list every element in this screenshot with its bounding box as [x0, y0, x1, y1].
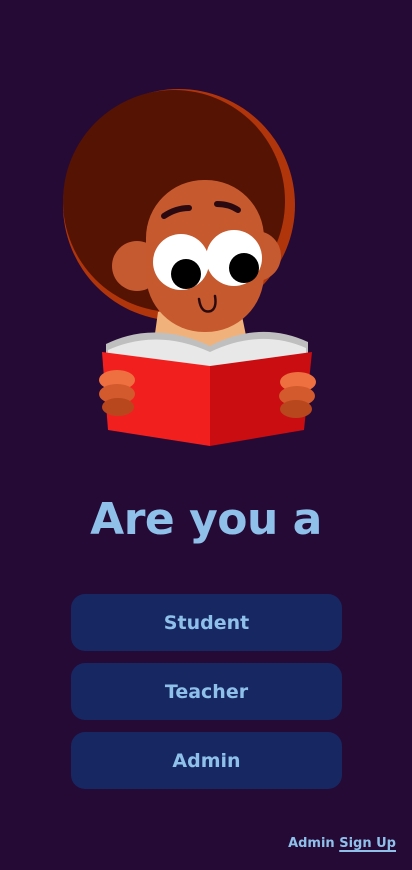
page-title: Are you a — [90, 494, 322, 545]
admin-button[interactable]: Admin — [71, 732, 342, 789]
admin-signup-prefix: Admin — [288, 836, 335, 851]
child-reading-book-illustration — [63, 89, 316, 446]
sign-up-link[interactable]: Sign Up — [339, 836, 396, 851]
admin-signup-footer: Admin Sign Up — [288, 836, 396, 851]
teacher-button[interactable]: Teacher — [71, 663, 342, 720]
student-button[interactable]: Student — [71, 594, 342, 651]
role-selection-list: Student Teacher Admin — [71, 594, 342, 801]
